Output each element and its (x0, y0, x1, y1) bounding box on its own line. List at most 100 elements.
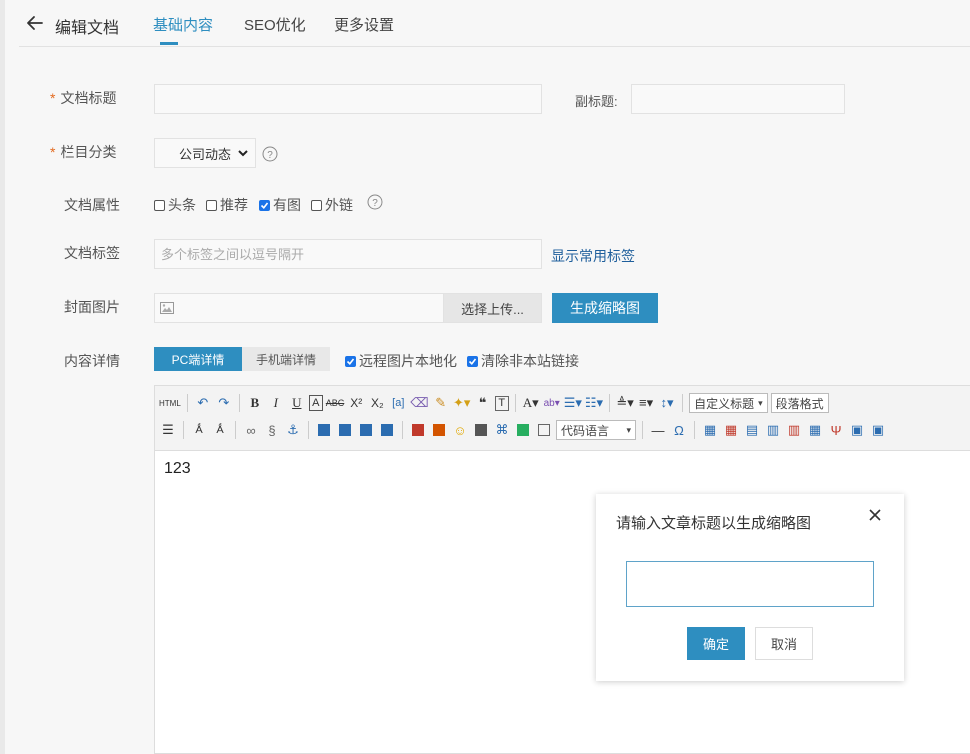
highlight-color-icon[interactable]: ab▾ (543, 393, 561, 413)
delete-table-icon[interactable]: ▦ (722, 420, 740, 440)
page-title: 编辑文档 (55, 20, 120, 37)
unlink-icon[interactable]: § (263, 420, 281, 440)
superscript-icon[interactable]: X² (347, 393, 365, 413)
clear-links-checkbox[interactable]: 清除非本站链接 (467, 351, 579, 371)
upload-button[interactable]: 选择上传... (443, 293, 542, 323)
horizontal-rule-icon[interactable]: — (649, 420, 667, 440)
font-border-icon[interactable]: A (308, 395, 323, 411)
image-icon (160, 302, 174, 314)
image-float-right-icon[interactable] (357, 420, 375, 440)
insert-video-icon[interactable] (472, 420, 490, 440)
subtitle-input[interactable] (631, 84, 845, 114)
line-height-icon[interactable]: ↕▾ (658, 393, 676, 413)
paragraph-spacing-top-icon[interactable]: ≜▾ (616, 393, 634, 413)
quote-icon[interactable]: ❝ (474, 393, 492, 413)
anchor-icon[interactable]: ⚓ (284, 420, 302, 440)
strikethrough-icon[interactable]: ABC (326, 393, 345, 413)
attr-checkbox-recommend[interactable]: 推荐 (206, 195, 248, 215)
paragraph-spacing-bottom-icon[interactable]: ≡▾ (637, 393, 655, 413)
attachment-icon[interactable]: ⌘ (493, 420, 511, 440)
ordered-list-icon[interactable]: ☰▾ (564, 393, 582, 413)
unordered-list-icon[interactable]: ☷▾ (585, 393, 603, 413)
insert-table-icon[interactable]: ▦ (701, 420, 719, 440)
svg-text:?: ? (267, 150, 273, 161)
tab-more-settings[interactable]: 更多设置 (334, 14, 394, 35)
table-props-icon[interactable]: ▣ (848, 420, 866, 440)
attr-checkbox-external-link[interactable]: 外链 (311, 195, 353, 215)
emotion-icon[interactable]: ☺ (451, 420, 469, 440)
attr-help-icon[interactable]: ? (367, 194, 383, 210)
redo-icon[interactable]: ↷ (215, 393, 233, 413)
tab-basic-content[interactable]: 基础内容 (153, 14, 213, 35)
font-color-icon[interactable]: A▾ (522, 393, 540, 413)
attr-label: 文档属性 (64, 197, 120, 213)
generate-thumbnail-button[interactable]: 生成缩略图 (552, 293, 658, 323)
image-float-left-icon[interactable] (336, 420, 354, 440)
insert-row-icon[interactable]: ▥ (764, 420, 782, 440)
format-brush-icon[interactable]: ✎ (432, 393, 450, 413)
paragraph-format-select[interactable]: 段落格式 (770, 393, 829, 413)
toolbar-row-1: HTML ↶ ↷ B I U A ABC X² X₂ [a] ⌫ ✎ ✦▾ ❝ … (159, 390, 829, 416)
content-tab-mobile[interactable]: 手机端详情 (242, 347, 330, 371)
italic-icon[interactable]: I (267, 393, 285, 413)
show-common-tags-link[interactable]: 显示常用标签 (551, 246, 635, 266)
undo-icon[interactable]: ↶ (194, 393, 212, 413)
code-icon[interactable] (535, 420, 553, 440)
title-input[interactable] (154, 84, 542, 114)
html-source-button[interactable]: HTML (159, 393, 181, 413)
toolbar-separator (186, 394, 188, 412)
tags-input[interactable] (154, 239, 542, 269)
toolbar-separator (308, 421, 309, 439)
editor-toolbar: HTML ↶ ↷ B I U A ABC X² X₂ [a] ⌫ ✎ ✦▾ ❝ … (155, 386, 970, 451)
image-float-none-icon[interactable] (315, 420, 333, 440)
remote-image-checkbox[interactable]: 远程图片本地化 (345, 351, 457, 371)
toolbar-row-2: ☰ Ǻ Ǻ ∞ § ⚓ ☺ ⌘ 代码语言 ▾ — Ω ▦ ▦ ▤ ▥ ▥ ▦ Ψ… (159, 417, 887, 443)
editor-content[interactable]: 123 (164, 460, 191, 478)
content-tab-pc[interactable]: PC端详情 (154, 347, 242, 371)
link-icon[interactable]: ∞ (242, 420, 260, 440)
close-icon[interactable] (868, 508, 882, 522)
custom-title-select[interactable]: 自定义标题 ▾ (689, 393, 768, 413)
attr-checkbox-with-image[interactable]: 有图 (259, 195, 301, 215)
format-eraser-icon[interactable]: ⌫ (410, 393, 428, 413)
category-help-icon[interactable]: ? (262, 146, 278, 162)
split-cells-icon[interactable]: Ψ (827, 420, 845, 440)
code-language-select[interactable]: 代码语言 ▾ (556, 420, 636, 440)
cell-props-icon[interactable]: ▣ (869, 420, 887, 440)
attr-checkbox-headline[interactable]: 头条 (154, 195, 196, 215)
insert-image-icon[interactable] (409, 420, 427, 440)
auto-format-icon[interactable]: [a] (389, 393, 407, 413)
special-chars-icon[interactable]: Ω (670, 420, 688, 440)
insert-col-icon[interactable]: ▥ (785, 420, 803, 440)
tab-seo[interactable]: SEO优化 (244, 14, 306, 35)
underline-icon[interactable]: U (288, 393, 306, 413)
checkbox-checked-icon (467, 355, 478, 367)
paste-text-icon[interactable]: T (494, 395, 509, 411)
back-arrow-icon[interactable] (24, 12, 46, 34)
cover-path-input[interactable] (154, 293, 443, 323)
cover-label: 封面图片 (64, 299, 120, 315)
confirm-button[interactable]: 确定 (687, 627, 745, 660)
subscript-icon[interactable]: X₂ (368, 393, 386, 413)
map-icon[interactable] (514, 420, 532, 440)
toolbar-separator (609, 394, 611, 412)
required-mark: * (50, 90, 56, 106)
magic-wand-icon[interactable]: ✦▾ (453, 393, 471, 413)
merge-cells-icon[interactable]: ▦ (806, 420, 824, 440)
image-center-icon[interactable] (378, 420, 396, 440)
toolbar-separator (642, 421, 643, 439)
tags-label: 文档标签 (64, 245, 120, 261)
table-caption-icon[interactable]: ▤ (743, 420, 761, 440)
category-select[interactable]: 公司动态 (154, 138, 256, 168)
text-direction-rtl-icon[interactable]: Ǻ (211, 420, 229, 440)
checkbox-checked-icon (259, 199, 270, 211)
category-select-value: 公司动态 (179, 146, 232, 162)
multi-image-icon[interactable] (430, 420, 448, 440)
bold-icon[interactable]: B (246, 393, 264, 413)
toolbar-separator (238, 394, 240, 412)
cancel-button[interactable]: 取消 (755, 627, 813, 660)
text-direction-ltr-icon[interactable]: Ǻ (190, 420, 208, 440)
align-justify-icon[interactable]: ☰ (159, 420, 177, 440)
dialog-title-input[interactable] (626, 561, 874, 607)
svg-text:?: ? (372, 198, 378, 209)
